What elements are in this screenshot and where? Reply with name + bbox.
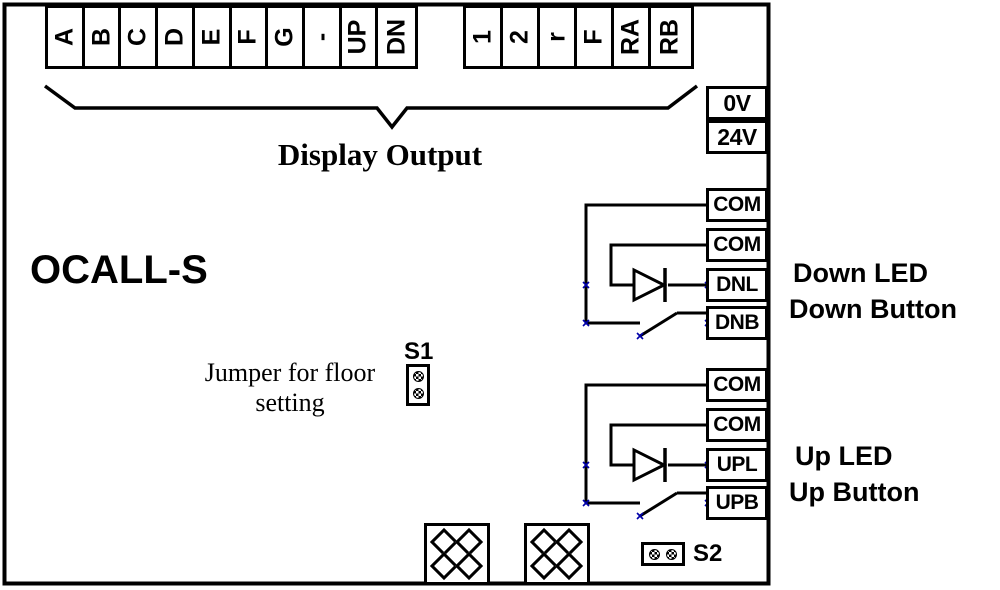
terminal-UPB[interactable]: UPB: [706, 486, 768, 520]
terminal-label: COM: [713, 373, 761, 396]
secondary-terminal-block: 1 2 r F RA RB: [463, 5, 694, 69]
terminal-label: -: [307, 32, 336, 42]
up-button-label: Up Button: [789, 477, 920, 507]
terminal-label: UPB: [715, 491, 759, 514]
terminal-label: r: [542, 32, 571, 42]
s2-pin-1[interactable]: [649, 549, 660, 560]
terminal-label: DNL: [716, 273, 758, 296]
terminal-DNL[interactable]: DNL: [706, 268, 768, 302]
terminal-label: A: [50, 27, 79, 47]
terminal-pin-E[interactable]: E: [194, 8, 232, 66]
terminal-pin-F[interactable]: F: [231, 8, 269, 66]
terminal-label: DN: [382, 18, 411, 56]
terminal-pin-D[interactable]: D: [158, 8, 195, 66]
jumper-s1[interactable]: [406, 364, 430, 406]
terminal-pin-B[interactable]: B: [84, 8, 122, 66]
terminal-label: E: [197, 28, 226, 46]
terminal-0V[interactable]: 0V: [706, 86, 768, 120]
s1-pin-2[interactable]: [413, 388, 424, 399]
terminal-label: G: [270, 27, 299, 47]
terminal-UPL[interactable]: UPL: [706, 448, 768, 482]
terminal-label: F: [579, 29, 608, 45]
pin-header-right[interactable]: [524, 523, 590, 585]
down-led-label: Down LED: [793, 258, 928, 288]
terminal-label: UP: [343, 19, 372, 55]
terminal-label: B: [87, 27, 116, 47]
terminal-pin-G[interactable]: G: [268, 8, 305, 66]
s2-pin-2[interactable]: [666, 549, 677, 560]
terminal-pin-r[interactable]: r: [540, 8, 577, 66]
terminal-up-COM-2[interactable]: COM: [706, 408, 768, 442]
jumper-description-line2: setting: [255, 387, 325, 417]
terminal-label: COM: [713, 233, 761, 256]
s2-label: S2: [693, 540, 723, 567]
board-outline: [2, 2, 771, 586]
terminal-label: F: [233, 29, 262, 45]
terminal-up-COM-1[interactable]: COM: [706, 368, 768, 402]
terminal-pin-dash[interactable]: -: [304, 8, 342, 66]
terminal-pin-1[interactable]: 1: [466, 8, 503, 66]
terminal-label: 1: [468, 30, 497, 44]
terminal-pin-DN[interactable]: DN: [378, 8, 415, 66]
terminal-pin-UP[interactable]: UP: [341, 8, 379, 66]
terminal-label: DNB: [715, 311, 760, 334]
jumper-s2[interactable]: [641, 542, 685, 566]
terminal-pin-RB[interactable]: RB: [651, 8, 688, 66]
terminal-label: D: [160, 27, 189, 47]
terminal-label: COM: [713, 413, 761, 436]
terminal-DNB[interactable]: DNB: [706, 306, 768, 340]
jumper-description-line1: Jumper for floor: [204, 358, 376, 387]
terminal-down-COM-2[interactable]: COM: [706, 228, 768, 262]
terminal-pin-2[interactable]: 2: [503, 8, 540, 66]
terminal-label: C: [123, 27, 152, 47]
terminal-24V[interactable]: 24V: [706, 120, 768, 154]
terminal-down-COM-1[interactable]: COM: [706, 188, 768, 222]
terminal-pin-A[interactable]: A: [48, 8, 85, 66]
header-right-pin-4[interactable]: [554, 551, 584, 581]
header-left-pin-4[interactable]: [454, 551, 484, 581]
page-title: OCALL-S: [30, 248, 208, 292]
display-output-terminal-block: A B C D E F G - UP DN: [45, 5, 418, 69]
terminal-pin-F2[interactable]: F: [577, 8, 614, 66]
terminal-label: 2: [505, 30, 534, 44]
pin-header-left[interactable]: [424, 523, 490, 585]
terminal-pin-RA[interactable]: RA: [614, 8, 651, 66]
terminal-label: 0V: [723, 89, 751, 116]
up-led-label: Up LED: [795, 441, 893, 471]
terminal-label: COM: [713, 193, 761, 216]
s1-pin-1[interactable]: [413, 371, 424, 382]
s1-label: S1: [404, 338, 434, 365]
terminal-label: RB: [655, 18, 683, 56]
terminal-label: RA: [616, 18, 645, 56]
jumper-description: Jumper for floor setting: [180, 358, 400, 418]
display-output-label: Display Output: [277, 137, 483, 172]
terminal-label: UPL: [716, 453, 758, 476]
terminal-label: 24V: [717, 123, 757, 150]
terminal-pin-C[interactable]: C: [121, 8, 159, 66]
down-button-label: Down Button: [789, 294, 957, 324]
ocall-s-wiring-diagram: A B C D E F G - UP DN 1 2 r F RA RB OCAL…: [0, 0, 1000, 590]
